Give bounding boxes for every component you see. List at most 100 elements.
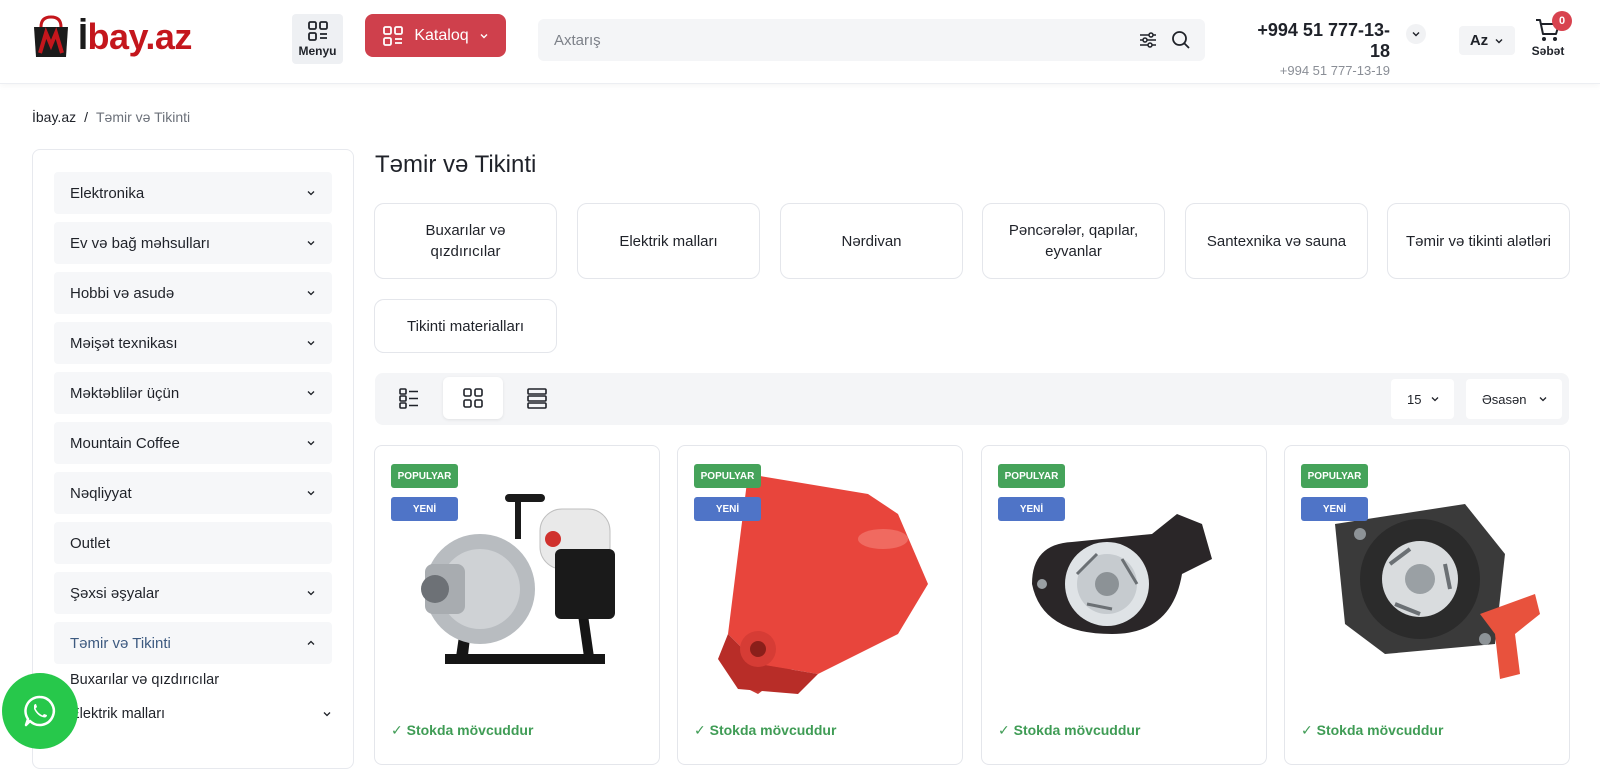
sort-value: Əsasən	[1482, 391, 1527, 407]
katalog-label: Kataloq	[414, 26, 469, 44]
logo-text: İbay.az	[78, 16, 192, 57]
list-detailed-view-button[interactable]	[379, 377, 439, 419]
whatsapp-chat-button[interactable]	[2, 673, 78, 749]
subcategory-card[interactable]: Pəncərələr, qapılar, eyvanlar	[982, 203, 1165, 279]
phone-secondary[interactable]: +994 51 777-13-19	[1238, 63, 1390, 78]
sidebar-item-label: Nəqliyyat	[70, 484, 132, 502]
stock-status: ✓ Stokda mövcuddur	[1301, 722, 1444, 738]
stock-status: ✓ Stokda mövcuddur	[998, 722, 1141, 738]
subcategory-card[interactable]: Elektrik malları	[577, 203, 760, 279]
list-rows-icon	[527, 388, 547, 409]
catalog-grid-icon	[383, 25, 404, 46]
chevron-down-icon	[307, 241, 315, 246]
subcategory-card[interactable]: Tikinti materialları	[374, 299, 557, 353]
sidebar-item-label: Elektronika	[70, 184, 145, 202]
phone-block[interactable]: +994 51 777-13-18 +994 51 777-13-19	[1238, 20, 1390, 78]
chevron-up-icon	[307, 640, 315, 645]
chevron-down-icon	[1539, 397, 1547, 402]
site-header: İbay.az Menyu Kataloq Axtarış +994 51 77…	[0, 0, 1600, 84]
sidebar-subitem-buxarilar[interactable]: Buxarılar və qızdırıcılar	[70, 668, 332, 692]
sidebar-item-label: Təmir və Tikinti	[70, 634, 171, 652]
sort-select[interactable]: Əsasən	[1466, 379, 1562, 419]
chevron-down-icon	[307, 191, 315, 196]
popular-badge: POPULYAR	[998, 464, 1065, 488]
sidebar-item-label: Məişət texnikası	[70, 334, 178, 352]
subcategory-card[interactable]: Santexnika və sauna	[1185, 203, 1368, 279]
new-badge: YENİ	[1301, 497, 1368, 521]
chevron-down-icon	[307, 391, 315, 396]
shopping-bag-logo-icon	[34, 15, 68, 57]
sidebar-item-label: Outlet	[70, 534, 111, 552]
product-card[interactable]: POPULYAR YENİ ✓ Stokda mövcuddur	[981, 445, 1267, 765]
phone-dropdown-toggle[interactable]	[1406, 24, 1426, 44]
sidebar-item-hobbi[interactable]: Hobbi və asudə	[54, 272, 332, 314]
sidebar-subitem-label: Buxarılar və qızdırıcılar	[70, 672, 220, 688]
subcategory-card[interactable]: Təmir və tikinti alətləri	[1387, 203, 1570, 279]
per-page-select[interactable]: 15	[1391, 379, 1454, 419]
menu-label: Menyu	[298, 44, 337, 58]
subcategory-label: Elektrik malları	[619, 232, 718, 250]
sidebar-item-label: Məktəblilər üçün	[70, 384, 180, 402]
subcategory-label: Santexnika və sauna	[1206, 232, 1347, 250]
katalog-button[interactable]: Kataloq	[365, 14, 506, 57]
grid-view-button[interactable]	[443, 377, 503, 419]
new-badge: YENİ	[391, 497, 458, 521]
phone-main[interactable]: +994 51 777-13-18	[1238, 20, 1390, 62]
sidebar-item-mektebliler[interactable]: Məktəblilər üçün	[54, 372, 332, 414]
new-badge: YENİ	[694, 497, 761, 521]
chevron-down-icon	[480, 33, 488, 38]
menu-button[interactable]: Menyu	[292, 14, 343, 64]
breadcrumb-home[interactable]: İbay.az	[32, 109, 76, 125]
sidebar-item-sexsi-esyalar[interactable]: Şəxsi əşyalar	[54, 572, 332, 614]
chevron-down-icon	[307, 341, 315, 346]
chevron-down-icon	[1431, 397, 1439, 402]
sidebar-item-label: Ev və bağ məhsulları	[70, 234, 211, 252]
language-label: Az	[1469, 32, 1489, 49]
category-sidebar: Elektronika Ev və bağ məhsulları Hobbi v…	[32, 149, 354, 769]
list-view-button[interactable]	[507, 377, 567, 419]
breadcrumb-current: Təmir və Tikinti	[96, 109, 191, 125]
sidebar-item-outlet[interactable]: Outlet	[54, 522, 332, 564]
cart-label: Səbət	[1531, 44, 1565, 58]
subcategory-label: Pəncərələr, qapılar, eyvanlar	[1008, 222, 1139, 260]
per-page-value: 15	[1407, 391, 1422, 407]
sidebar-item-temir-tikinti[interactable]: Təmir və Tikinti	[54, 622, 332, 664]
breadcrumb: İbay.az / Təmir və Tikinti	[32, 109, 190, 125]
sidebar-item-label: Mountain Coffee	[70, 434, 180, 452]
breadcrumb-separator: /	[84, 109, 88, 125]
product-card[interactable]: POPULYAR YENİ ✓ Stokda mövcuddur	[374, 445, 660, 765]
search-icon[interactable]	[1171, 30, 1191, 50]
sidebar-item-ev-bag[interactable]: Ev və bağ məhsulları	[54, 222, 332, 264]
chevron-down-icon	[307, 491, 315, 496]
sidebar-item-mountain-coffee[interactable]: Mountain Coffee	[54, 422, 332, 464]
site-logo[interactable]: İbay.az	[32, 14, 192, 60]
new-badge: YENİ	[998, 497, 1065, 521]
subcategory-label: Təmir və tikinti alətləri	[1405, 232, 1552, 250]
whatsapp-icon	[24, 695, 56, 727]
page-title: Təmir və Tikinti	[375, 151, 537, 178]
popular-badge: POPULYAR	[694, 464, 761, 488]
cart-button[interactable]: 0 Səbət	[1526, 11, 1576, 62]
sidebar-item-label: Hobbi və asudə	[70, 284, 175, 302]
chevron-down-icon	[307, 291, 315, 296]
subcategory-card[interactable]: Nərdivan	[780, 203, 963, 279]
search-input[interactable]	[554, 31, 1114, 49]
language-selector[interactable]: Az	[1459, 26, 1515, 55]
subcategory-label: Nərdivan	[841, 232, 902, 250]
sidebar-subitem-elektrik[interactable]: Elektrik malları	[70, 702, 332, 726]
sidebar-item-elektronika[interactable]: Elektronika	[54, 172, 332, 214]
cart-count-badge: 0	[1552, 11, 1572, 31]
product-card[interactable]: POPULYAR YENİ ✓ Stokda mövcuddur	[1284, 445, 1570, 765]
subcategory-card[interactable]: Buxarılar və qızdırıcılar	[374, 203, 557, 279]
grid-view-icon	[463, 388, 483, 408]
sidebar-item-neqliyyat[interactable]: Nəqliyyat	[54, 472, 332, 514]
sidebar-item-label: Şəxsi əşyalar	[70, 584, 160, 602]
list-detailed-icon	[399, 388, 418, 409]
search-bar	[538, 19, 1205, 61]
product-toolbar: 15 Əsasən	[375, 373, 1569, 425]
product-card[interactable]: POPULYAR YENİ ✓ Stokda mövcuddur	[677, 445, 963, 765]
subcategory-label: Tikinti materialları	[407, 317, 524, 335]
sidebar-item-meiset[interactable]: Məişət texnikası	[54, 322, 332, 364]
filter-sliders-icon[interactable]	[1138, 30, 1158, 50]
sidebar-subitem-label: Elektrik malları	[70, 706, 166, 722]
